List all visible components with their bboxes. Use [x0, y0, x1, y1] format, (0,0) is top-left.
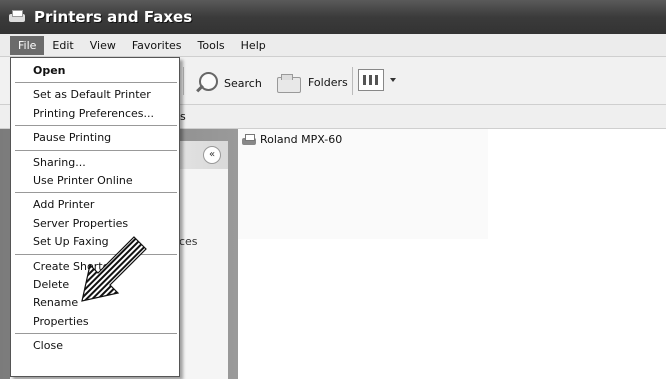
search-icon	[194, 71, 218, 95]
printer-icon	[242, 133, 256, 146]
printer-item[interactable]: Roland MPX-60	[242, 133, 342, 146]
menu-separator	[15, 333, 177, 335]
menu-item-properties[interactable]: Properties	[11, 313, 179, 331]
menu-separator	[15, 82, 177, 84]
search-button-label: Search	[224, 76, 262, 90]
menu-separator	[15, 149, 177, 151]
printer-list: Roland MPX-60	[238, 129, 666, 379]
file-menu-dropdown: Open Set as Default Printer Printing Pre…	[10, 57, 180, 377]
title-bar: Printers and Faxes	[0, 0, 666, 34]
window-title: Printers and Faxes	[34, 8, 193, 26]
toolbar-separator	[352, 67, 353, 95]
views-button[interactable]	[358, 69, 396, 91]
menu-separator	[15, 192, 177, 194]
collapse-icon[interactable]: «	[203, 146, 221, 164]
views-icon	[358, 69, 384, 91]
menu-help[interactable]: Help	[233, 36, 274, 55]
chevron-down-icon[interactable]	[390, 78, 396, 82]
folders-button[interactable]: Folders	[276, 71, 348, 93]
menu-item-open[interactable]: Open	[11, 62, 179, 80]
menu-item-pause-printing[interactable]: Pause Printing	[11, 129, 179, 147]
menu-item-server-properties[interactable]: Server Properties	[11, 215, 179, 233]
menu-edit[interactable]: Edit	[44, 36, 81, 55]
toolbar-separator	[183, 67, 184, 95]
menu-favorites[interactable]: Favorites	[124, 36, 190, 55]
search-button[interactable]: Search	[194, 71, 262, 95]
address-text-fragment: s	[180, 110, 186, 123]
menu-item-sharing[interactable]: Sharing...	[11, 154, 179, 172]
menu-tools[interactable]: Tools	[190, 36, 233, 55]
menu-separator	[15, 125, 177, 127]
menu-bar: File Edit View Favorites Tools Help	[0, 34, 666, 57]
menu-item-close[interactable]: Close	[11, 337, 179, 355]
menu-view[interactable]: View	[82, 36, 124, 55]
callout-arrow-icon	[81, 236, 147, 302]
menu-item-printing-preferences[interactable]: Printing Preferences...	[11, 105, 179, 123]
printer-name: Roland MPX-60	[260, 133, 343, 146]
folders-button-label: Folders	[308, 75, 348, 89]
folders-icon	[276, 71, 302, 93]
printer-folder-icon	[8, 9, 26, 25]
menu-item-set-default-printer[interactable]: Set as Default Printer	[11, 86, 179, 104]
menu-file[interactable]: File	[10, 35, 45, 55]
menu-item-add-printer[interactable]: Add Printer	[11, 196, 179, 214]
menu-item-use-printer-online[interactable]: Use Printer Online	[11, 172, 179, 190]
